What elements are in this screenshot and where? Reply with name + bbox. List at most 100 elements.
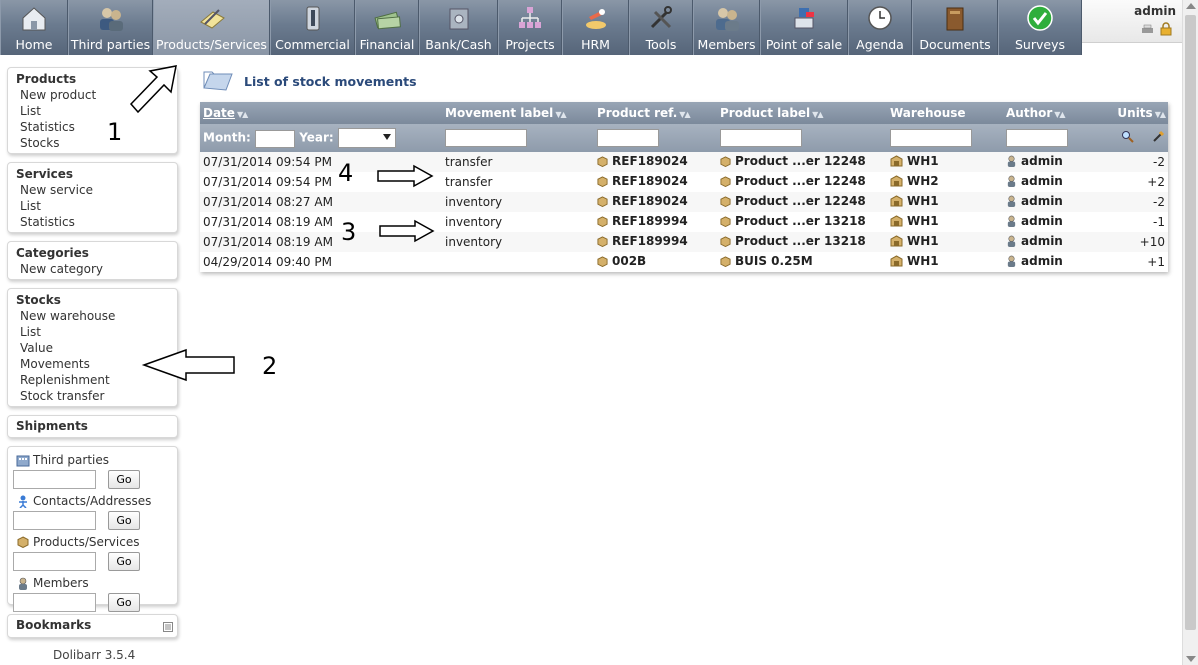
cell-author[interactable]: admin [1003, 152, 1093, 172]
sidebar-item-stock-value[interactable]: Value [16, 340, 169, 356]
cell-warehouse[interactable]: WH1 [887, 152, 1003, 172]
menu-projects[interactable]: Projects [498, 0, 562, 55]
sidebar-services-title[interactable]: Services [16, 167, 169, 182]
cell-product-label[interactable]: BUIS 0.25M [717, 252, 887, 272]
sort-arrows-icon: ▼▲ [555, 110, 566, 119]
sidebar-item-warehouse-list[interactable]: List [16, 324, 169, 340]
cell-product-label[interactable]: Product ...er 12248 [717, 172, 887, 192]
hrm-icon [581, 3, 611, 33]
sidebar-bookmarks-title[interactable]: Bookmarks [16, 618, 169, 633]
vertical-scrollbar[interactable] [1182, 0, 1198, 665]
cell-product-ref[interactable]: REF189024 [594, 152, 717, 172]
user-area: admin [1082, 0, 1182, 43]
search-products-input[interactable] [13, 552, 96, 571]
search-thirdparties-input[interactable] [13, 470, 96, 489]
bookmark-list-icon[interactable] [163, 621, 173, 635]
folder-icon [202, 68, 234, 95]
sidebar-item-new-product[interactable]: New product [16, 87, 169, 103]
lock-icon[interactable] [1160, 22, 1172, 39]
documents-icon [940, 3, 970, 33]
search-contacts-input[interactable] [13, 511, 96, 530]
scroll-up-icon[interactable] [1186, 3, 1196, 9]
filter-ref-input[interactable] [597, 129, 659, 147]
search-products-go-button[interactable]: Go [108, 552, 140, 571]
sidebar-item-product-stocks[interactable]: Stocks [16, 135, 169, 151]
cell-warehouse[interactable]: WH1 [887, 212, 1003, 232]
menu-products-services[interactable]: Products/Services [153, 0, 270, 55]
search-thirdparties-go-button[interactable]: Go [108, 470, 140, 489]
menu-point-of-sale[interactable]: Point of sale [760, 0, 848, 55]
warehouse-icon [890, 195, 903, 210]
sidebar-shipments-title[interactable]: Shipments [16, 419, 169, 434]
filter-author-input[interactable] [1006, 129, 1068, 147]
menu-bank-cash[interactable]: Bank/Cash [419, 0, 498, 55]
filter-movement-input[interactable] [445, 129, 527, 147]
clear-filter-icon[interactable] [1152, 130, 1165, 146]
search-members-input[interactable] [13, 593, 96, 612]
cell-author[interactable]: admin [1003, 172, 1093, 192]
col-product-ref[interactable]: Product ref. ▼▲ [594, 102, 717, 124]
search-icon[interactable] [1121, 131, 1138, 146]
search-members-go-button[interactable]: Go [108, 593, 140, 612]
cell-product-label[interactable]: Product ...er 12248 [717, 192, 887, 212]
menu-surveys[interactable]: Surveys [998, 0, 1082, 55]
annotation-number-4: 4 [338, 159, 354, 187]
menu-tools[interactable]: Tools [629, 0, 693, 55]
menu-hrm[interactable]: HRM [562, 0, 629, 55]
user-login[interactable]: admin [1134, 4, 1176, 18]
search-contacts-go-button[interactable]: Go [108, 511, 140, 530]
menu-home[interactable]: Home [0, 0, 68, 55]
cell-author[interactable]: admin [1003, 212, 1093, 232]
col-movement-label[interactable]: Movement label ▼▲ [442, 102, 594, 124]
scroll-down-icon[interactable] [1186, 656, 1196, 662]
sidebar-item-new-warehouse[interactable]: New warehouse [16, 308, 169, 324]
cell-product-label[interactable]: Product ...er 13218 [717, 212, 887, 232]
cell-warehouse[interactable]: WH1 [887, 232, 1003, 252]
cell-author[interactable]: admin [1003, 232, 1093, 252]
cell-author[interactable]: admin [1003, 252, 1093, 272]
cell-author[interactable]: admin [1003, 192, 1093, 212]
cell-warehouse[interactable]: WH1 [887, 192, 1003, 212]
sidebar-stocks-title[interactable]: Stocks [16, 293, 169, 308]
filter-label-input[interactable] [720, 129, 802, 147]
cell-product-ref[interactable]: REF189994 [594, 212, 717, 232]
sidebar-item-replenishment[interactable]: Replenishment [16, 372, 169, 388]
sidebar-item-movements[interactable]: Movements [16, 356, 169, 372]
sidebar-item-service-list[interactable]: List [16, 198, 169, 214]
menu-agenda[interactable]: Agenda [848, 0, 912, 55]
sidebar-item-service-statistics[interactable]: Statistics [16, 214, 169, 230]
menu-financial[interactable]: Financial [355, 0, 419, 55]
cell-product-label[interactable]: Product ...er 13218 [717, 232, 887, 252]
cell-product-label[interactable]: Product ...er 12248 [717, 152, 887, 172]
cell-movement-label: inventory [442, 232, 594, 252]
col-date[interactable]: Date ▼▲ [200, 102, 442, 124]
menu-documents[interactable]: Documents [912, 0, 998, 55]
cell-product-ref[interactable]: REF189994 [594, 232, 717, 252]
sidebar-item-new-service[interactable]: New service [16, 182, 169, 198]
sidebar-item-product-list[interactable]: List [16, 103, 169, 119]
filter-month-input[interactable] [255, 129, 295, 148]
sidebar-item-new-category[interactable]: New category [16, 261, 169, 277]
menu-commercial[interactable]: Commercial [270, 0, 355, 55]
scroll-thumb[interactable] [1185, 15, 1196, 630]
sidebar-item-stock-transfer[interactable]: Stock transfer [16, 388, 169, 404]
cell-units: -1 [1093, 212, 1168, 232]
filter-year-select[interactable] [337, 128, 396, 148]
sidebar-stocks-box: Stocks New warehouse List Value Movement… [7, 288, 178, 407]
search-products-label: Products/Services [16, 534, 169, 550]
col-units[interactable]: Units ▼▲ [1093, 102, 1168, 124]
printer-icon[interactable] [1141, 24, 1154, 38]
filter-warehouse-input[interactable] [890, 129, 972, 147]
sidebar-products-title[interactable]: Products [16, 72, 169, 87]
col-product-label[interactable]: Product label ▼▲ [717, 102, 887, 124]
cell-warehouse[interactable]: WH2 [887, 172, 1003, 192]
menu-members[interactable]: Members [693, 0, 760, 55]
cell-product-ref[interactable]: REF189024 [594, 172, 717, 192]
cell-product-ref[interactable]: REF189024 [594, 192, 717, 212]
menu-third-parties[interactable]: Third parties [68, 0, 153, 55]
col-author[interactable]: Author ▼▲ [1003, 102, 1093, 124]
sidebar-item-product-statistics[interactable]: Statistics [16, 119, 169, 135]
cell-warehouse[interactable]: WH1 [887, 252, 1003, 272]
cell-product-ref[interactable]: 002B [594, 252, 717, 272]
sidebar-categories-title[interactable]: Categories [16, 246, 169, 261]
